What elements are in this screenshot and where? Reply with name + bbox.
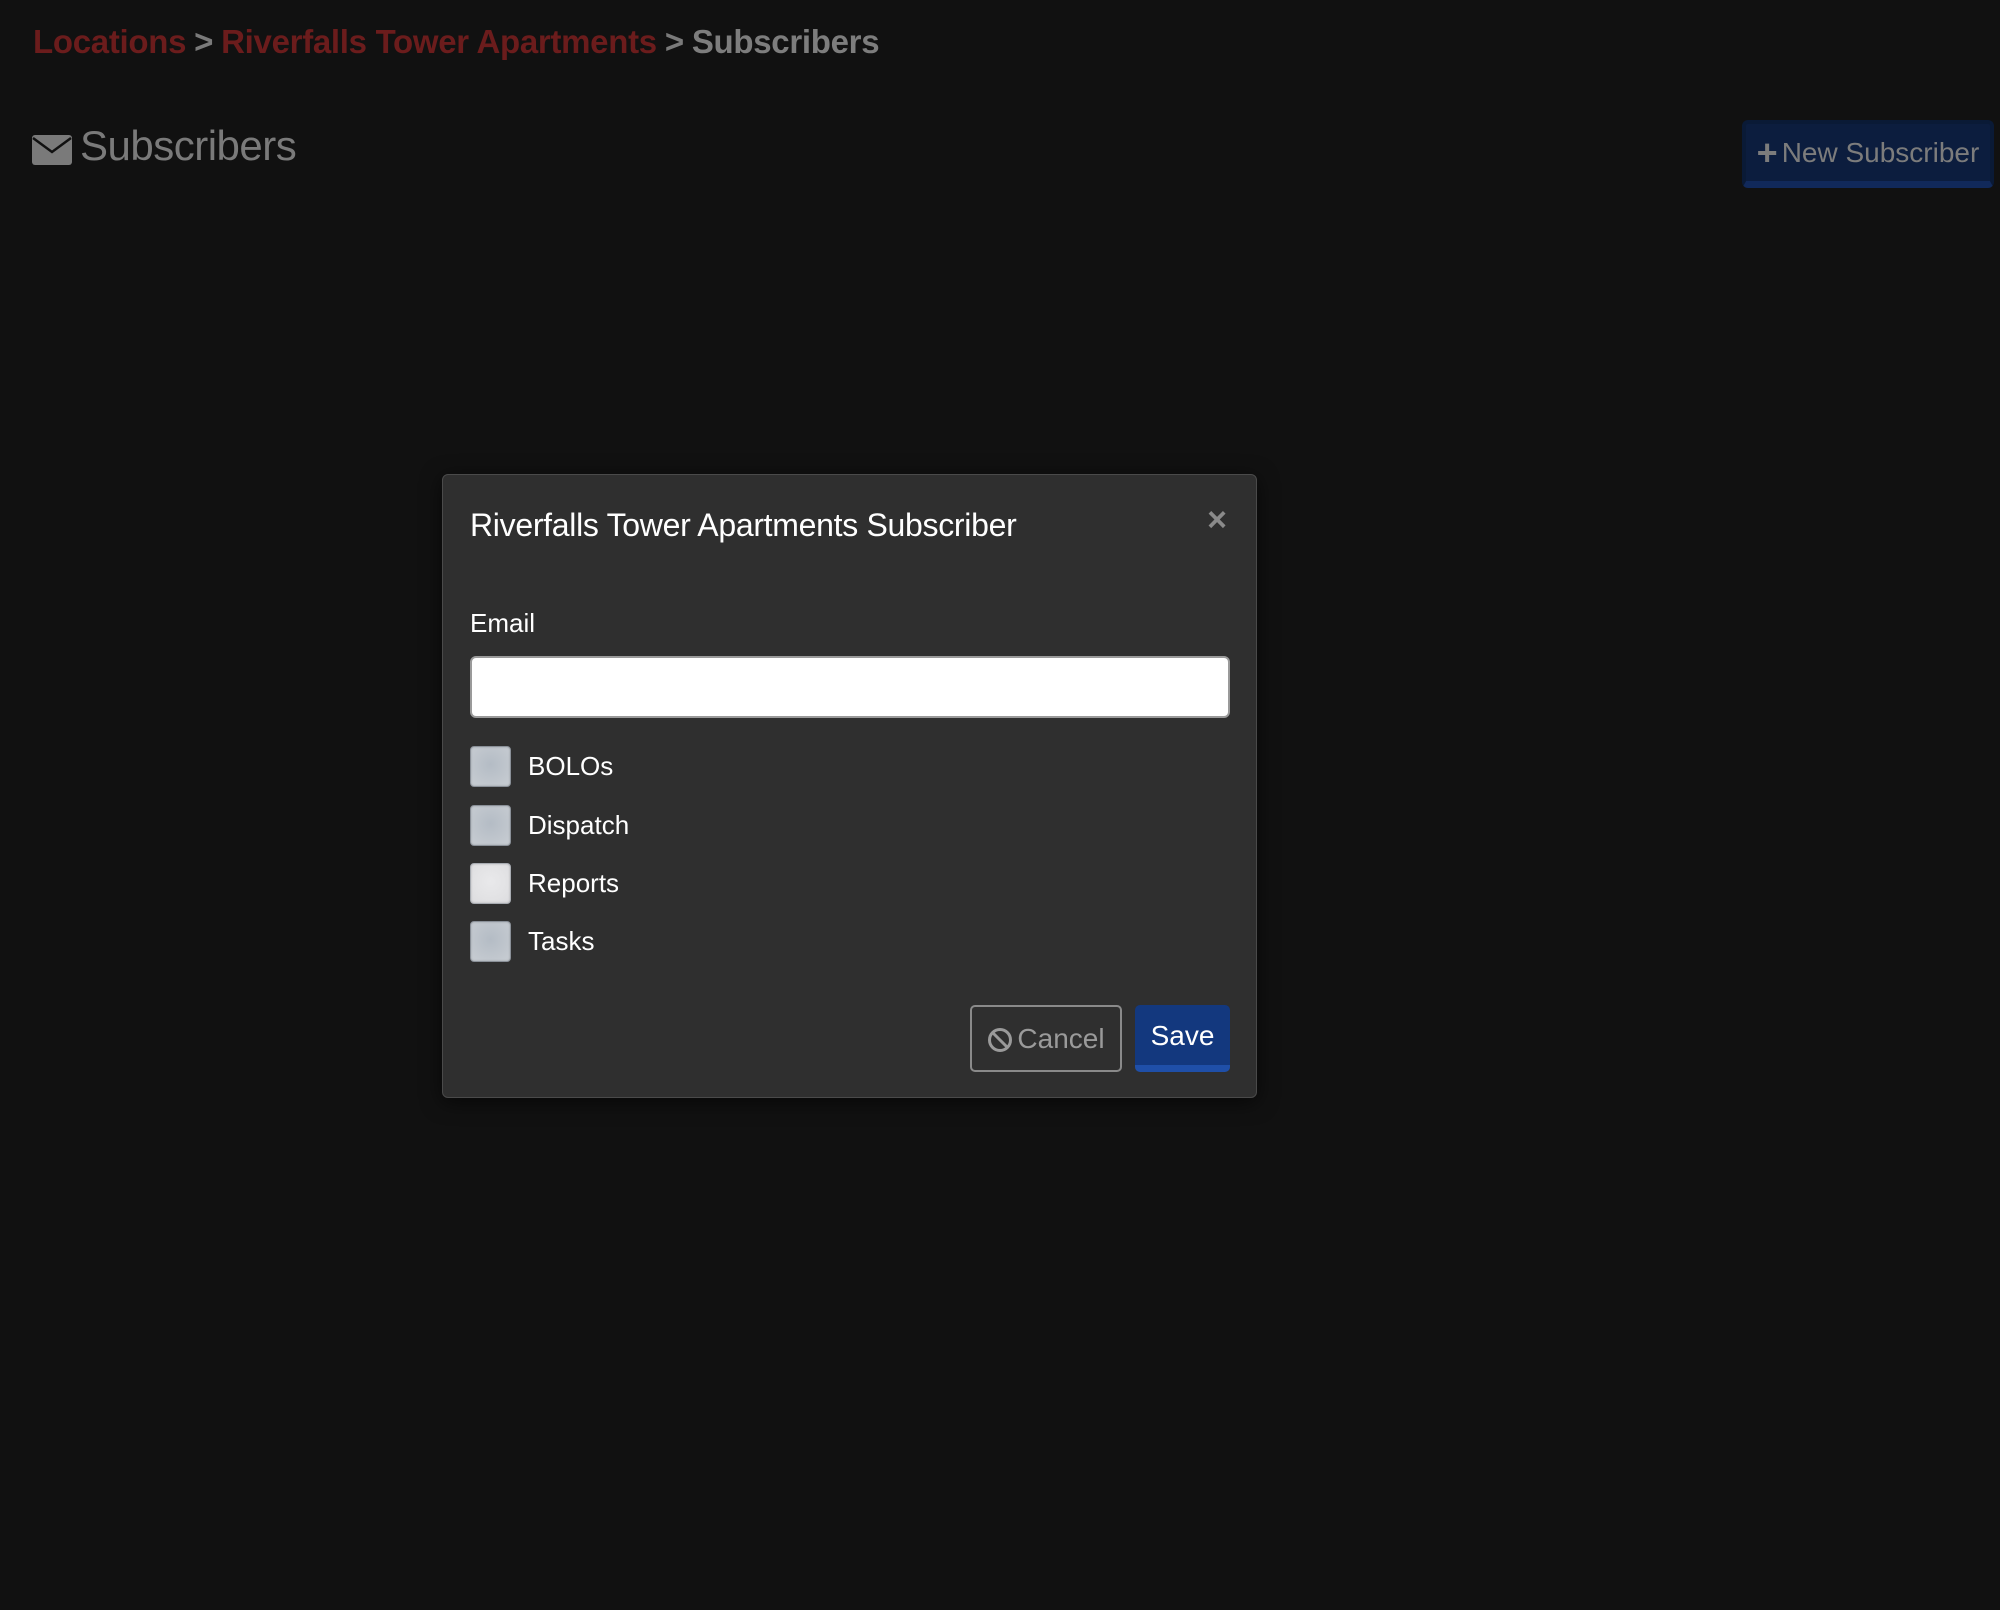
- cancel-label: Cancel: [1017, 1022, 1105, 1054]
- breadcrumb-locations-link[interactable]: Locations: [33, 23, 186, 60]
- plus-icon: +: [1756, 131, 1778, 173]
- cancel-button[interactable]: Cancel: [970, 1005, 1122, 1072]
- dispatch-label: Dispatch: [528, 810, 630, 840]
- page-heading: Subscribers: [32, 118, 297, 174]
- tasks-label: Tasks: [528, 926, 595, 956]
- page-title: Subscribers: [80, 122, 297, 169]
- checkbox-bolos[interactable]: BOLOs: [470, 745, 613, 787]
- tasks-checkbox[interactable]: [470, 920, 511, 962]
- ban-icon: [987, 1027, 1013, 1053]
- envelope-icon: [32, 135, 72, 165]
- checkbox-reports[interactable]: Reports: [470, 862, 619, 904]
- breadcrumb-separator: >: [664, 23, 684, 60]
- reports-label: Reports: [528, 868, 620, 898]
- subscriber-modal: Riverfalls Tower Apartments Subscriber ×…: [442, 474, 1257, 1098]
- modal-title: Riverfalls Tower Apartments Subscriber: [470, 507, 1017, 543]
- checkbox-dispatch[interactable]: Dispatch: [470, 804, 629, 846]
- bolos-checkbox[interactable]: [470, 745, 511, 787]
- breadcrumb-separator: >: [194, 23, 214, 60]
- checkbox-tasks[interactable]: Tasks: [470, 920, 594, 962]
- save-button[interactable]: Save: [1135, 1005, 1230, 1072]
- breadcrumb: Locations > Riverfalls Tower Apartments > Su…: [33, 18, 880, 66]
- breadcrumb-current: Subscribers: [691, 23, 880, 60]
- bolos-label: BOLOs: [528, 751, 614, 781]
- breadcrumb-location-link[interactable]: Riverfalls Tower Apartments: [221, 23, 657, 60]
- reports-checkbox[interactable]: [470, 862, 511, 904]
- email-input[interactable]: [470, 656, 1230, 718]
- new-subscriber-button[interactable]: + New Subscriber: [1742, 120, 1994, 188]
- new-subscriber-label: New Subscriber: [1781, 136, 1980, 168]
- close-icon[interactable]: ×: [1202, 503, 1232, 537]
- dispatch-checkbox[interactable]: [470, 804, 511, 846]
- email-label: Email: [470, 608, 536, 638]
- page: Locations > Riverfalls Tower Apartments > Su…: [0, 0, 2000, 1610]
